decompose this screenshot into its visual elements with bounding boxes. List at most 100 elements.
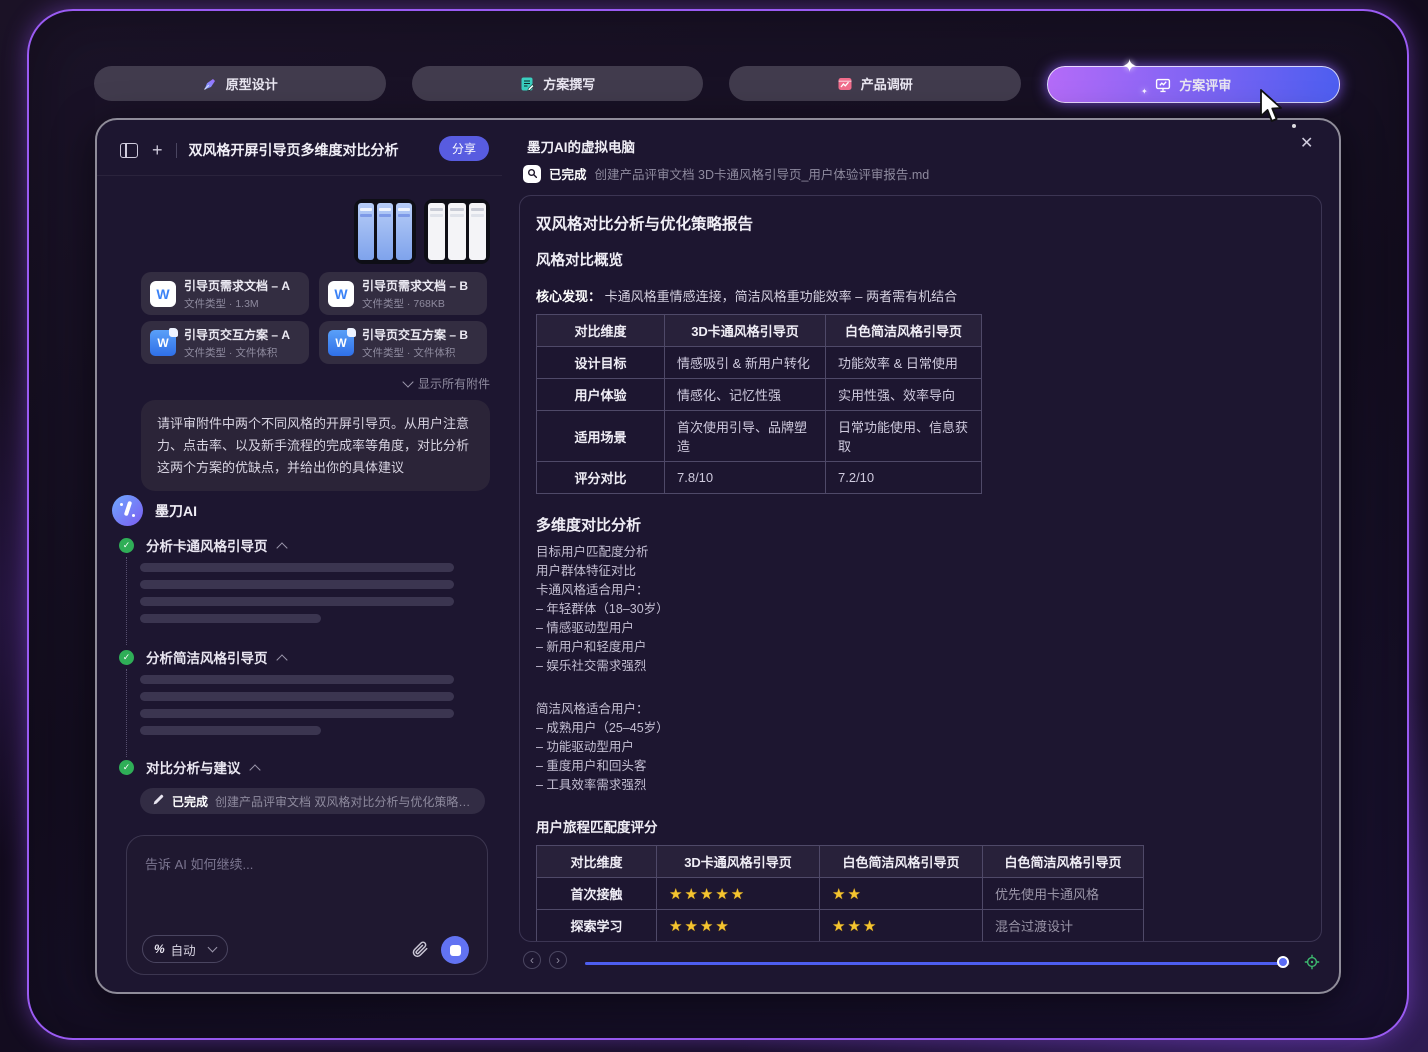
- mode-selector[interactable]: % 自动: [142, 935, 228, 963]
- table-cell: 混合过渡设计: [983, 910, 1144, 942]
- attachment-text: 引导页需求文档 – B文件类型 · 768KB: [362, 277, 468, 311]
- task-result-file[interactable]: 已完成创建产品评审文档 双风格对比分析与优化策略报告.md: [140, 788, 485, 814]
- chat-input[interactable]: [143, 852, 467, 926]
- progress-fill: [585, 962, 1284, 965]
- tab-prototype-design[interactable]: 原型设计: [94, 66, 386, 101]
- share-button[interactable]: 分享: [439, 136, 489, 161]
- task-compare-suggest[interactable]: ✓对比分析与建议: [119, 758, 469, 776]
- analysis-block-2: 简洁风格适合用户：– 成熟用户（25–45岁）– 功能驱动型用户– 重度用户和回…: [536, 700, 1305, 795]
- task-connector: [126, 557, 127, 645]
- thumbnail-cartoon-style[interactable]: [354, 199, 416, 264]
- analysis-line: 目标用户匹配度分析: [536, 543, 1305, 562]
- table-header-cell: 对比维度: [537, 846, 657, 878]
- analysis-line: – 成熟用户（25–45岁）: [536, 719, 1305, 738]
- attachment-card-interaction-plan-b[interactable]: W引导页交互方案 – B文件类型 · 文件体积: [319, 321, 487, 364]
- conversation-title: 双风格开屏引导页多维度对比分析: [189, 140, 399, 160]
- skeleton-bar: [140, 580, 454, 589]
- next-button[interactable]: ›: [549, 951, 567, 969]
- tab-plan-writing[interactable]: 方案撰写: [412, 66, 704, 101]
- prev-button[interactable]: ‹: [523, 951, 541, 969]
- sparkle-icon: ✦: [1141, 87, 1148, 96]
- analysis-line: – 新用户和轻度用户: [536, 638, 1305, 657]
- check-icon: ✓: [119, 760, 134, 775]
- chevron-down-icon: [402, 376, 413, 387]
- check-icon: ✓: [119, 650, 134, 665]
- star-rating: ★★★★: [657, 910, 820, 942]
- table-header-cell: 对比维度: [537, 315, 665, 347]
- attachment-name: 引导页交互方案 – B: [362, 326, 468, 343]
- table-cell: 首次接触: [537, 878, 657, 910]
- progress-thumb[interactable]: [1277, 956, 1289, 968]
- table-cell: 优先使用卡通风格: [983, 878, 1144, 910]
- sidebar-toggle-icon[interactable]: [120, 143, 138, 158]
- table-cell: 日常功能使用、信息获取: [826, 411, 982, 462]
- word-doc-icon: W: [150, 281, 176, 307]
- table-cell: 功能效率 & 日常使用: [826, 347, 982, 379]
- tab-label: 原型设计: [226, 74, 278, 93]
- report-document: 双风格对比分析与优化策略报告 风格对比概览 核心发现： 卡通风格重情感连接，简洁…: [519, 195, 1322, 942]
- sparkle-icon: ✦: [1122, 56, 1137, 77]
- new-chat-icon[interactable]: +: [152, 141, 163, 159]
- attachment-meta: 文件类型 · 文件体积: [184, 345, 290, 360]
- analysis-line: – 工具效率需求强烈: [536, 776, 1305, 795]
- table-row: 日常使用★★★★★★★优先使用简洁风格: [537, 942, 1144, 943]
- tab-bar: 原型设计 方案撰写产品调研方案评审: [94, 66, 1340, 103]
- chevron-up-icon: [276, 542, 287, 553]
- task-connector: [126, 669, 127, 757]
- table-header-cell: 白色简洁风格引导页: [826, 315, 982, 347]
- chat-input-box: % 自动: [126, 835, 488, 975]
- progress-slider[interactable]: [585, 962, 1290, 965]
- assistant-row: 墨刀AI: [112, 495, 197, 526]
- task-skeleton: [140, 675, 469, 735]
- attachment-meta: 文件类型 · 1.3M: [184, 296, 290, 311]
- skeleton-bar: [140, 692, 454, 701]
- star-rating: ★★★★★: [657, 878, 820, 910]
- task-analyze-cartoon[interactable]: ✓ 分析卡通风格引导页: [119, 536, 469, 554]
- result-badge: 已完成: [172, 793, 208, 810]
- word-page-icon: W: [150, 330, 176, 356]
- show-all-attachments[interactable]: 显示所有附件: [97, 375, 490, 392]
- attachment-card-req-doc-a[interactable]: W引导页需求文档 – A文件类型 · 1.3M: [141, 272, 309, 315]
- close-icon[interactable]: ✕: [1300, 133, 1313, 153]
- status-filename: 创建产品评审文档 3D卡通风格引导页_用户体验评审报告.md: [595, 164, 930, 183]
- table-cell: 优先使用简洁风格: [983, 942, 1144, 943]
- table-cell: 7.8/10: [665, 462, 826, 494]
- table-cell: 情感化、记忆性强: [665, 379, 826, 411]
- attachment-card-req-doc-b[interactable]: W 引导页需求文档 – B文件类型 · 768KB: [319, 272, 487, 315]
- mouse-cursor: [1258, 88, 1286, 129]
- tab-plan-review[interactable]: 方案评审: [1047, 66, 1341, 103]
- attachment-card-interaction-plan-a[interactable]: W 引导页交互方案 – A 文件类型 · 文件体积: [141, 321, 309, 364]
- chevron-up-icon: [276, 654, 287, 665]
- table-row: 用户体验情感化、记忆性强实用性强、效率导向: [537, 379, 982, 411]
- attach-file-icon[interactable]: [411, 940, 429, 958]
- task-analyze-minimal[interactable]: ✓分析简洁风格引导页: [119, 648, 469, 666]
- table-row: 探索学习★★★★★★★混合过渡设计: [537, 910, 1144, 942]
- table-cell: 7.2/10: [826, 462, 982, 494]
- pen-icon: [202, 76, 218, 92]
- table-cell: 情感吸引 & 新用户转化: [665, 347, 826, 379]
- attachment-thumbnails: [97, 199, 490, 264]
- thumbnail-minimal-style[interactable]: [424, 199, 490, 264]
- follow-target-icon[interactable]: [1304, 954, 1320, 970]
- analysis-line: 简洁风格适合用户：: [536, 700, 1305, 719]
- attachment-name: 引导页需求文档 – B: [362, 277, 468, 294]
- table-header-cell: 白色简洁风格引导页: [820, 846, 983, 878]
- user-message: 请评审附件中两个不同风格的开屏引导页。从用户注意力、点击率、以及新手流程的完成率…: [141, 400, 490, 491]
- star-rating: ★★★★★: [820, 942, 983, 943]
- tab-product-research[interactable]: 产品调研: [729, 66, 1021, 101]
- report-section-overview: 风格对比概览: [536, 249, 1305, 270]
- journey-score-table: 对比维度3D卡通风格引导页白色简洁风格引导页白色简洁风格引导页首次接触★★★★★…: [536, 845, 1144, 942]
- star-rating: ★★: [657, 942, 820, 943]
- word-doc-icon: W: [328, 281, 354, 307]
- check-icon: ✓: [119, 538, 134, 553]
- chevron-up-icon: [249, 764, 260, 775]
- attachment-name: 引导页交互方案 – A: [184, 326, 290, 343]
- status-row: 已完成 创建产品评审文档 3D卡通风格引导页_用户体验评审报告.md: [523, 164, 929, 183]
- table-cell: 探索学习: [537, 910, 657, 942]
- skeleton-bar: [140, 675, 454, 684]
- assistant-name: 墨刀AI: [155, 501, 197, 521]
- task-label: 分析卡通风格引导页: [146, 535, 268, 555]
- table-row: 适用场景首次使用引导、品牌塑造日常功能使用、信息获取: [537, 411, 982, 462]
- key-finding: 核心发现： 卡通风格重情感连接，简洁风格重功能效率 – 两者需有机结合: [536, 286, 1305, 305]
- stop-button[interactable]: [441, 936, 469, 964]
